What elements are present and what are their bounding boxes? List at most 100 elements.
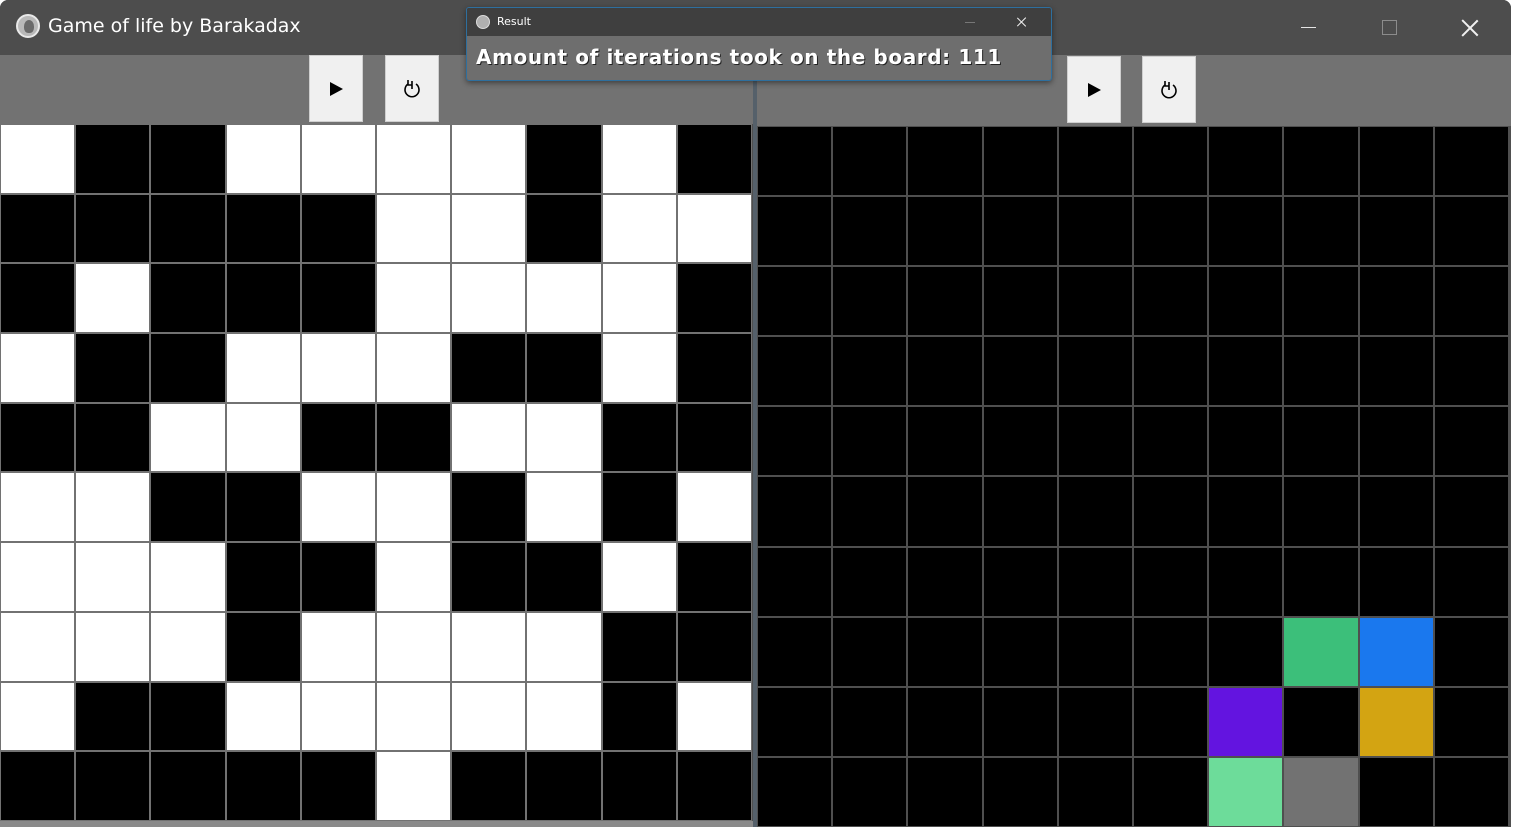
right-board-cell[interactable] <box>982 756 1058 827</box>
right-board-cell[interactable] <box>757 686 833 757</box>
right-board-cell[interactable] <box>1132 406 1209 477</box>
right-board-cell[interactable] <box>1132 546 1209 617</box>
left-board-cell[interactable] <box>75 402 151 473</box>
left-board-cell[interactable] <box>300 681 376 752</box>
right-board-cell[interactable] <box>1208 686 1284 757</box>
left-board-cell[interactable] <box>150 402 226 473</box>
right-board-cell[interactable] <box>1132 616 1209 687</box>
left-board-cell[interactable] <box>300 611 376 682</box>
left-board-cell[interactable] <box>526 751 602 821</box>
left-board-cell[interactable] <box>526 333 602 403</box>
right-board-cell[interactable] <box>1433 686 1509 757</box>
right-board-cell[interactable] <box>832 336 908 407</box>
right-board-cell[interactable] <box>1132 196 1209 267</box>
left-board-cell[interactable] <box>150 333 226 403</box>
left-board-cell[interactable] <box>75 333 151 403</box>
right-board-cell[interactable] <box>1132 476 1209 547</box>
left-board-cell[interactable] <box>375 472 452 543</box>
right-board-cell[interactable] <box>1208 406 1284 477</box>
right-board-cell[interactable] <box>757 476 833 547</box>
right-board-cell[interactable] <box>832 476 908 547</box>
left-board-cell[interactable] <box>300 124 376 194</box>
left-board-cell[interactable] <box>0 263 76 334</box>
right-board-cell[interactable] <box>1132 126 1209 197</box>
left-board-cell[interactable] <box>375 124 452 194</box>
right-board-cell[interactable] <box>907 476 983 547</box>
right-board-cell[interactable] <box>757 266 833 337</box>
left-board-cell[interactable] <box>451 542 527 612</box>
right-board-cell[interactable] <box>1433 266 1509 337</box>
left-board-cell[interactable] <box>0 472 76 543</box>
right-board-cell[interactable] <box>1358 756 1434 827</box>
right-board-cell[interactable] <box>1283 616 1359 687</box>
right-board-cell[interactable] <box>907 266 983 337</box>
left-board-cell[interactable] <box>451 193 527 264</box>
right-board-cell[interactable] <box>982 616 1058 687</box>
dialog-close-button[interactable] <box>1007 8 1037 36</box>
left-board-cell[interactable] <box>375 333 452 403</box>
left-board-cell[interactable] <box>75 751 151 821</box>
left-board-cell[interactable] <box>75 611 151 682</box>
right-board-cell[interactable] <box>1057 196 1133 267</box>
right-board-cell[interactable] <box>1358 686 1434 757</box>
left-board-cell[interactable] <box>526 611 602 682</box>
left-board-cell[interactable] <box>0 681 76 752</box>
left-board-cell[interactable] <box>300 751 376 821</box>
right-board-cell[interactable] <box>1358 546 1434 617</box>
right-board-cell[interactable] <box>1358 196 1434 267</box>
left-board-cell[interactable] <box>225 333 301 403</box>
left-board-cell[interactable] <box>0 124 76 194</box>
left-board-cell[interactable] <box>526 263 602 334</box>
left-board-cell[interactable] <box>676 263 752 334</box>
left-board-cell[interactable] <box>676 124 752 194</box>
right-board-cell[interactable] <box>1208 616 1284 687</box>
left-board-cell[interactable] <box>225 263 301 334</box>
left-board-cell[interactable] <box>225 681 301 752</box>
right-board-cell[interactable] <box>1283 126 1359 197</box>
left-board-cell[interactable] <box>0 193 76 264</box>
left-board-cell[interactable] <box>451 263 527 334</box>
left-board-cell[interactable] <box>676 402 752 473</box>
left-board-cell[interactable] <box>0 333 76 403</box>
left-board-cell[interactable] <box>601 542 677 612</box>
left-board-cell[interactable] <box>451 402 527 473</box>
left-board-cell[interactable] <box>225 611 301 682</box>
right-board-cell[interactable] <box>1132 266 1209 337</box>
right-board-cell[interactable] <box>982 336 1058 407</box>
right-board-cell[interactable] <box>832 686 908 757</box>
left-board-cell[interactable] <box>0 611 76 682</box>
right-board-cell[interactable] <box>1283 406 1359 477</box>
right-board-cell[interactable] <box>907 686 983 757</box>
left-board-cell[interactable] <box>225 751 301 821</box>
left-board-cell[interactable] <box>451 333 527 403</box>
right-board-cell[interactable] <box>907 756 983 827</box>
right-board-cell[interactable] <box>1057 266 1133 337</box>
dialog-title-bar[interactable]: Result <box>467 8 1051 36</box>
left-board-cell[interactable] <box>150 472 226 543</box>
right-board-cell[interactable] <box>1433 406 1509 477</box>
left-play-button[interactable] <box>309 55 363 122</box>
right-board-cell[interactable] <box>982 126 1058 197</box>
left-board-cell[interactable] <box>526 681 602 752</box>
right-board-cell[interactable] <box>907 546 983 617</box>
left-board-cell[interactable] <box>75 263 151 334</box>
right-board-cell[interactable] <box>907 336 983 407</box>
right-board-cell[interactable] <box>1208 546 1284 617</box>
right-board-cell[interactable] <box>1132 336 1209 407</box>
left-board-cell[interactable] <box>0 542 76 612</box>
right-board-cell[interactable] <box>1057 686 1133 757</box>
right-board-cell[interactable] <box>982 476 1058 547</box>
left-board-cell[interactable] <box>601 193 677 264</box>
right-board-cell[interactable] <box>1358 406 1434 477</box>
left-board-cell[interactable] <box>601 263 677 334</box>
right-board-cell[interactable] <box>1208 476 1284 547</box>
right-board-cell[interactable] <box>1057 756 1133 827</box>
left-board-cell[interactable] <box>300 193 376 264</box>
left-board-cell[interactable] <box>150 263 226 334</box>
left-board-cell[interactable] <box>676 681 752 752</box>
left-board-cell[interactable] <box>601 124 677 194</box>
right-board-cell[interactable] <box>757 616 833 687</box>
right-play-button[interactable] <box>1067 56 1121 123</box>
right-board-cell[interactable] <box>1433 546 1509 617</box>
left-board-cell[interactable] <box>300 542 376 612</box>
